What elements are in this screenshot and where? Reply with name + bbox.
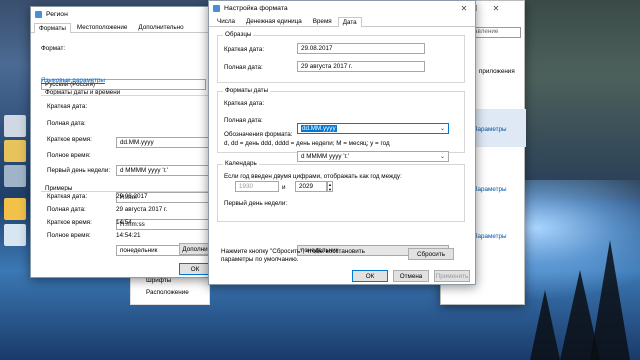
example-label: Краткая дата: [47,193,88,200]
year-to-value: 2029 [299,183,314,190]
field-label-first-day: Первый день недели: [47,167,111,174]
tab-advanced[interactable]: Дополнительно [133,22,188,32]
format-titlebar: Настройка формата ✕ [209,1,475,15]
short-date-value: dd.MM.yyyy [120,139,154,146]
close-icon[interactable]: ✕ [453,1,475,15]
long-date-sample-field: 29 августа 2017 г. [297,61,425,72]
tab-date[interactable]: Дата [337,17,362,27]
two-digit-year-text: Если год введен двумя цифрами, отображат… [224,173,402,180]
long-date-sample-value: 29 августа 2017 г. [301,63,353,70]
tab-formats[interactable]: Форматы [34,23,71,33]
bin-icon[interactable] [4,224,26,246]
samples-title: Образцы [223,31,254,38]
calendar-title: Календарь [223,160,259,167]
additional-settings-button[interactable]: Дополни [179,243,211,255]
example-value: 29.08.2017 [116,193,148,200]
notation-title: Обозначения формата: [224,131,293,138]
settings-apps-link[interactable]: приложения [479,68,515,75]
long-date-select[interactable]: d MMMM yyyy 'г.' [116,165,211,176]
settings-item-3[interactable]: Параметры [473,233,507,240]
field-label-long-time: Полное время: [47,152,91,159]
format-tabs: Числа Денежная единица Время Дата [209,15,475,27]
additional-settings-label: Дополни [182,245,208,253]
short-date-sample-field: 29.08.2017 [297,43,425,54]
tab-location[interactable]: Местоположение [72,22,132,32]
example-label: Полное время: [47,232,91,239]
date-formats-title: Форматы даты [223,87,271,94]
example-label: Полная дата: [47,206,86,213]
reset-button-label: Сбросить [417,250,445,258]
example-label: Краткое время: [47,219,92,226]
short-date-format-label: Краткая дата: [224,100,265,107]
chevron-down-icon[interactable]: ⌄ [440,125,445,132]
settings-item-1[interactable]: Параметры [473,126,507,133]
close-icon[interactable]: ✕ [485,1,507,15]
long-date-sample-label: Полная дата: [224,64,263,71]
location-item[interactable]: Расположение [146,289,189,296]
year-to-field[interactable]: 2029 [295,181,327,192]
cancel-button[interactable]: Отмена [393,270,429,282]
long-date-value: d MMMM yyyy 'г.' [120,167,169,174]
tab-currency[interactable]: Денежная единица [241,16,307,26]
region-title: Регион [46,10,68,18]
region-titlebar: Регион [31,7,209,21]
cancel-button-label: Отмена [399,272,423,280]
short-date-sample-value: 29.08.2017 [301,45,333,52]
example-value: 29 августа 2017 г. [116,206,168,213]
language-settings-link[interactable]: Языковые параметры [41,77,105,84]
field-label-short-date: Краткая дата: [47,103,88,110]
format-titlebar-buttons: ✕ [453,1,475,15]
settings-search-input[interactable]: авление [471,27,521,38]
field-label-long-date: Полная дата: [47,120,86,127]
first-day-value: понедельник [120,247,158,254]
desktop-tree [530,290,560,360]
year-and-label: и [282,184,286,191]
region-app-icon [35,10,42,18]
year-from-value: 1930 [239,183,254,190]
notation-text: d, dd = день ddd, dddd = день недели; M … [224,140,390,147]
long-date-format-label: Полная дата: [224,117,263,124]
long-date-format-combo[interactable]: d MMMM yyyy 'г.' ⌄ [297,151,449,162]
year-stepper-icon[interactable]: ▲ ▼ [327,181,333,192]
field-label-short-time: Краткое время: [47,136,92,143]
year-from-field: 1930 [235,181,279,192]
example-value: 14:54 [116,219,132,226]
first-day-label: Первый день недели: [224,200,288,207]
ok-button-label: ОК [365,272,375,280]
apply-button[interactable]: Применить [434,270,470,282]
short-date-select[interactable]: dd.MM.yyyy [116,137,211,148]
ok-button[interactable]: ОК [352,270,388,282]
chevron-down-icon[interactable]: ⌄ [440,153,445,160]
tab-time[interactable]: Время [308,16,337,26]
region-ok-label: ОК [190,265,200,273]
apply-button-label: Применить [435,272,469,280]
tab-numbers[interactable]: Числа [212,16,240,26]
format-dialog: Настройка формата ✕ Числа Денежная едини… [208,0,476,285]
short-date-sample-label: Краткая дата: [224,46,265,53]
short-date-format-combo[interactable]: dd.MM.yyyy ⌄ [297,123,449,134]
format-app-icon [213,4,220,12]
reset-button[interactable]: Сбросить [408,248,454,260]
short-date-format-value: dd.MM.yyyy [301,125,337,132]
app-icon[interactable] [4,198,26,220]
region-ok-button[interactable]: ОК [179,263,211,275]
reset-hint-text: Нажмите кнопку "Сбросить", чтобы восстан… [221,248,365,263]
fonts-item[interactable]: Шрифты [146,277,171,284]
recycle-bin-icon[interactable] [4,165,26,187]
format-dialog-title: Настройка формата [224,4,288,12]
settings-item-2[interactable]: Параметры [473,186,507,193]
computer-icon[interactable] [4,115,26,137]
format-label: Формат: [41,45,66,52]
example-value: 14:54:21 [116,232,141,239]
region-window: Регион Форматы Местоположение Дополнител… [30,6,211,278]
folder-icon[interactable] [4,140,26,162]
region-tabs: Форматы Местоположение Дополнительно [31,21,209,33]
long-date-format-value: d MMMM yyyy 'г.' [301,153,350,160]
